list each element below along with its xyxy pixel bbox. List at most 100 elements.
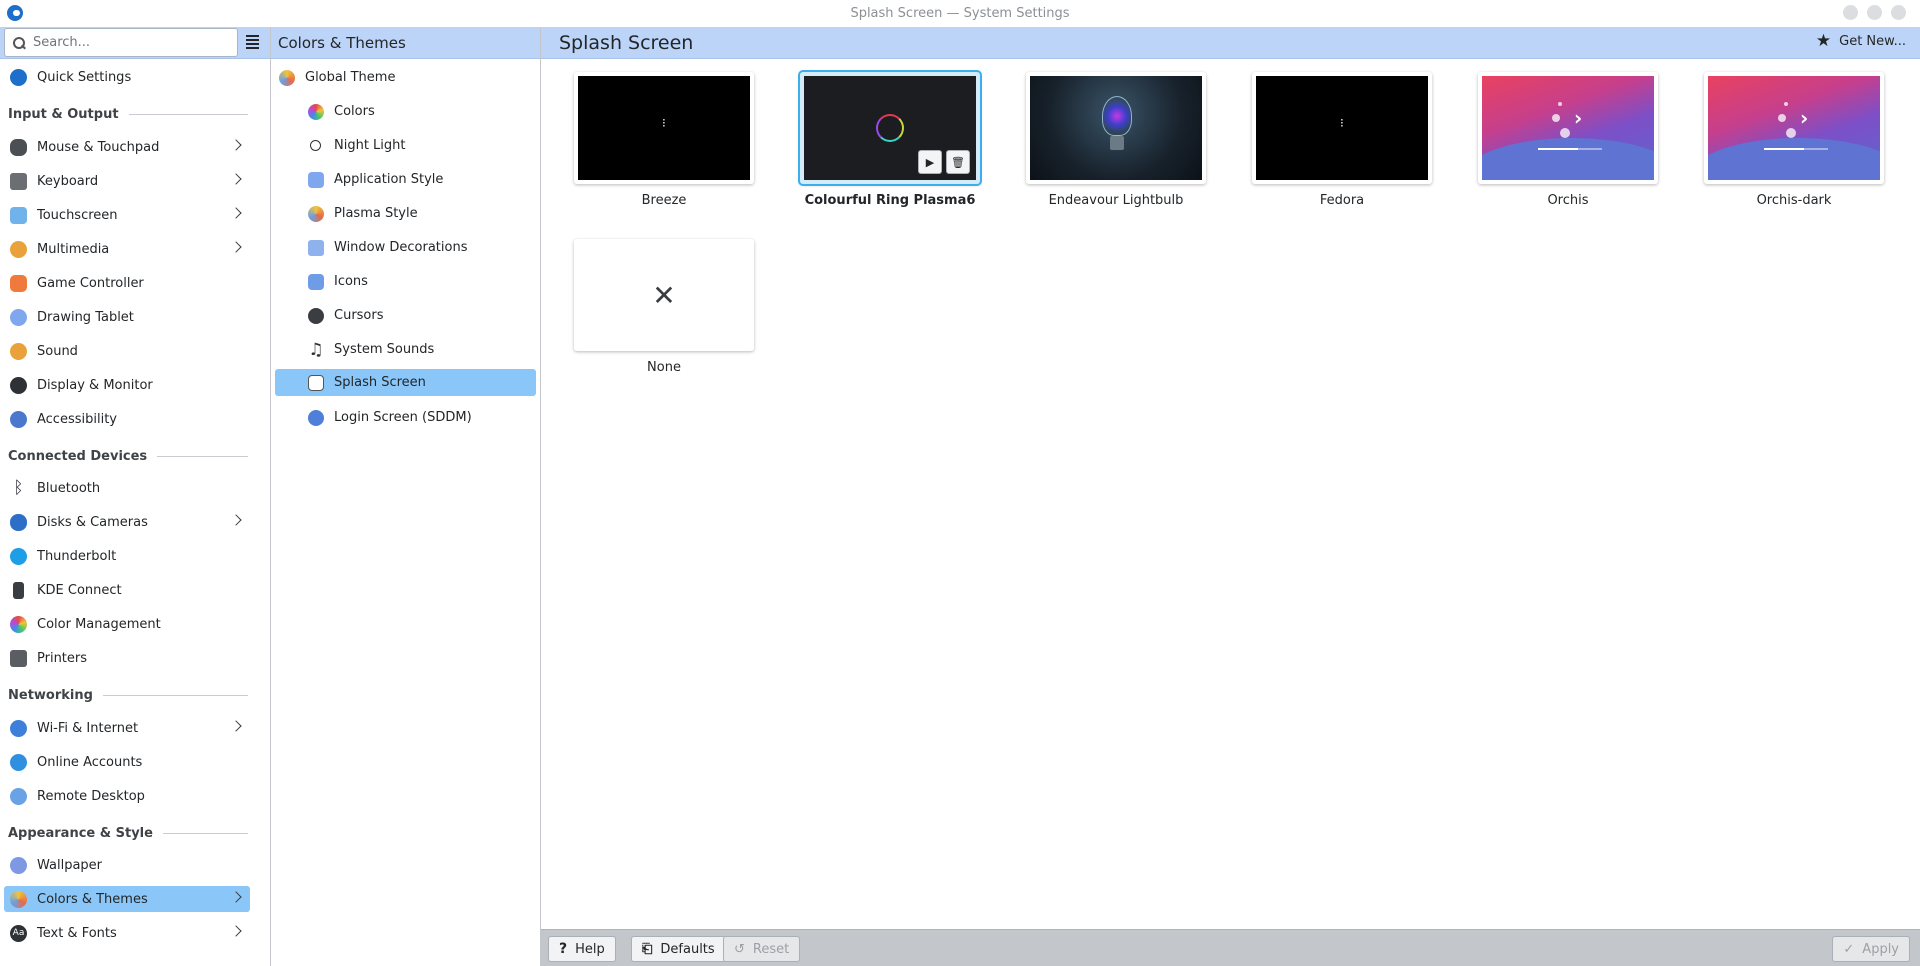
mid-item-label: Global Theme (305, 70, 396, 85)
sidebar-item-label: Mouse & Touchpad (37, 139, 160, 155)
system-settings-app-icon[interactable] (7, 5, 23, 21)
mid-item-label: Icons (334, 274, 368, 289)
theme-name: None (647, 360, 681, 375)
mid-item-cursors[interactable]: Cursors (308, 302, 539, 329)
mid-item-global-theme[interactable]: Global Theme (279, 64, 539, 91)
delete-trash-button[interactable]: 🗑 (946, 150, 970, 174)
search-field[interactable] (4, 28, 238, 57)
sidebar-item-keyboard[interactable]: Keyboard (4, 168, 250, 194)
sidebar-item-label: Online Accounts (37, 754, 143, 770)
sidebar-item-thunderbolt[interactable]: Thunderbolt (4, 543, 250, 569)
game-controller-icon (10, 274, 27, 292)
theme-tile-breeze[interactable]: Breeze (574, 72, 754, 208)
splash-screen-icon (308, 374, 324, 391)
theme-thumbnail[interactable] (574, 72, 754, 184)
sidebar-item-sound[interactable]: Sound (4, 338, 250, 364)
mid-item-window-decorations[interactable]: Window Decorations (308, 234, 539, 261)
mid-item-night-light[interactable]: Night Light (308, 132, 539, 159)
orchis-logo-graphic: › (1800, 106, 1809, 130)
theme-tile-orchis[interactable]: › Orchis (1478, 72, 1658, 208)
spinner-icon (662, 116, 670, 130)
sidebar-item-drawing-tablet[interactable]: Drawing Tablet (4, 304, 250, 330)
mid-item-splash-screen[interactable]: Splash Screen (275, 369, 536, 396)
sidebar-item-label: Touchscreen (37, 207, 118, 223)
ring-graphic (876, 114, 904, 142)
sidebar-item-wifi-internet[interactable]: Wi-Fi & Internet (4, 715, 250, 741)
sidebar-item-kde-connect[interactable]: KDE Connect (4, 577, 250, 603)
minimize-button[interactable] (1843, 5, 1858, 20)
maximize-button[interactable] (1867, 5, 1882, 20)
mid-item-plasma-style[interactable]: Plasma Style (308, 200, 539, 227)
mid-item-login-screen[interactable]: Login Screen (SDDM) (308, 404, 539, 431)
reset-button[interactable]: ↺ Reset (723, 936, 801, 962)
theme-thumbnail[interactable]: ✕ (574, 239, 754, 351)
sidebar-item-bluetooth[interactable]: ᛒ Bluetooth (4, 475, 250, 501)
sidebar-item-touchscreen[interactable]: Touchscreen (4, 202, 250, 228)
sidebar-item-color-management[interactable]: Color Management (4, 611, 250, 637)
sidebar-item-text-fonts[interactable]: Aa Text & Fonts (4, 920, 250, 946)
plasma-style-icon (308, 205, 324, 222)
sidebar-item-multimedia[interactable]: Multimedia (4, 236, 250, 262)
preview-play-button[interactable]: ▶ (918, 150, 942, 174)
color-management-icon (10, 615, 27, 633)
theme-thumbnail[interactable]: ▶ 🗑 (800, 72, 980, 184)
section-label: Connected Devices (8, 449, 148, 464)
sidebar-item-quick-settings[interactable]: Quick Settings (4, 64, 250, 90)
application-style-icon (308, 171, 324, 188)
mouse-icon (10, 138, 27, 156)
close-button[interactable] (1891, 5, 1906, 20)
music-note-icon: ♫ (308, 339, 324, 360)
icons-icon (308, 273, 324, 290)
theme-tile-none[interactable]: ✕ None (574, 239, 754, 375)
sidebar-item-label: Sound (37, 343, 78, 359)
sidebar-item-game-controller[interactable]: Game Controller (4, 270, 250, 296)
mid-item-icons[interactable]: Icons (308, 268, 539, 295)
sidebar-item-label: Game Controller (37, 275, 144, 291)
sidebar-item-online-accounts[interactable]: Online Accounts (4, 749, 250, 775)
sidebar-item-label: Drawing Tablet (37, 309, 134, 325)
thunderbolt-icon (10, 547, 27, 565)
sidebar-item-display-monitor[interactable]: Display & Monitor (4, 372, 250, 398)
sidebar-item-colors-themes[interactable]: Colors & Themes (4, 886, 250, 912)
mid-item-colors[interactable]: Colors (308, 98, 539, 125)
apply-button[interactable]: ✓ Apply (1832, 936, 1910, 962)
sidebar-item-mouse-touchpad[interactable]: Mouse & Touchpad (4, 134, 250, 160)
mid-item-application-style[interactable]: Application Style (308, 166, 539, 193)
colors-themes-icon (10, 890, 27, 908)
theme-thumbnail[interactable] (1026, 72, 1206, 184)
lightbulb-graphic (1102, 96, 1132, 136)
theme-tile-orchis-dark[interactable]: › Orchis-dark (1704, 72, 1884, 208)
mid-item-system-sounds[interactable]: ♫ System Sounds (308, 336, 539, 363)
theme-tile-fedora[interactable]: Fedora (1252, 72, 1432, 208)
defaults-button[interactable]: ⎗ Defaults (631, 936, 726, 962)
sidebar-item-label: Display & Monitor (37, 377, 153, 393)
sidebar-item-label: KDE Connect (37, 582, 122, 598)
chevron-right-icon (230, 207, 242, 219)
sidebar-item-wallpaper[interactable]: Wallpaper (4, 852, 250, 878)
sidebar-item-remote-desktop[interactable]: Remote Desktop (4, 783, 250, 809)
theme-tile-colourful-ring[interactable]: ▶ 🗑 Colourful Ring Plasma6 (800, 72, 980, 208)
hamburger-menu-icon[interactable] (246, 35, 259, 49)
sidebar-item-accessibility[interactable]: Accessibility (4, 406, 250, 432)
section-appearance-style: Appearance & Style (8, 826, 248, 841)
theme-tile-endeavour-lightbulb[interactable]: Endeavour Lightbulb (1026, 72, 1206, 208)
theme-thumbnail[interactable] (1252, 72, 1432, 184)
chevron-right-icon (230, 891, 242, 903)
get-new-button[interactable]: ★ Get New... (1816, 33, 1906, 50)
login-screen-icon (308, 409, 324, 426)
theme-name: Breeze (641, 193, 687, 208)
sidebar-item-label: Quick Settings (37, 69, 132, 85)
theme-name: Orchis (1547, 193, 1589, 208)
theme-thumbnail[interactable]: › (1704, 72, 1884, 184)
sidebar-item-disks-cameras[interactable]: Disks & Cameras (4, 509, 250, 535)
sidebar-item-label: Colors & Themes (37, 891, 148, 907)
printer-icon (10, 649, 27, 667)
search-input[interactable] (33, 35, 223, 50)
section-input-output: Input & Output (8, 107, 248, 122)
sidebar-item-printers[interactable]: Printers (4, 645, 250, 671)
theme-thumbnail[interactable]: › (1478, 72, 1658, 184)
help-button[interactable]: ? Help (548, 936, 616, 962)
cloud-icon (10, 753, 27, 771)
section-label: Networking (8, 688, 93, 703)
sidebar-item-label: Wi-Fi & Internet (37, 720, 139, 736)
